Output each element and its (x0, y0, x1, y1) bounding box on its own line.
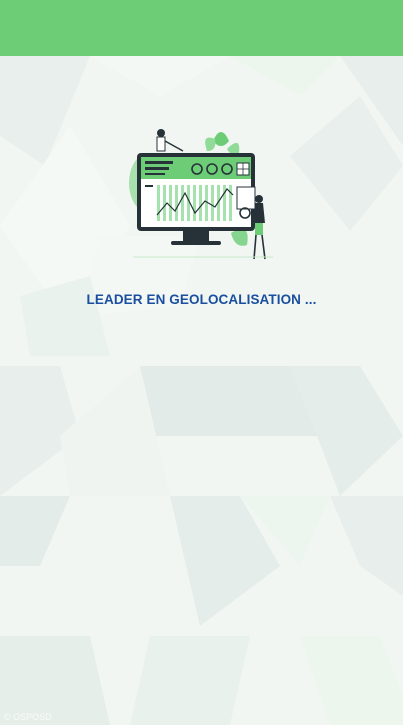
splash-tagline: LEADER EN GEOLOCALISATION ... (86, 292, 317, 307)
watermark-text: © OSPOSD (4, 712, 52, 722)
app-bar (0, 0, 403, 56)
analytics-dashboard-illustration (123, 123, 275, 265)
